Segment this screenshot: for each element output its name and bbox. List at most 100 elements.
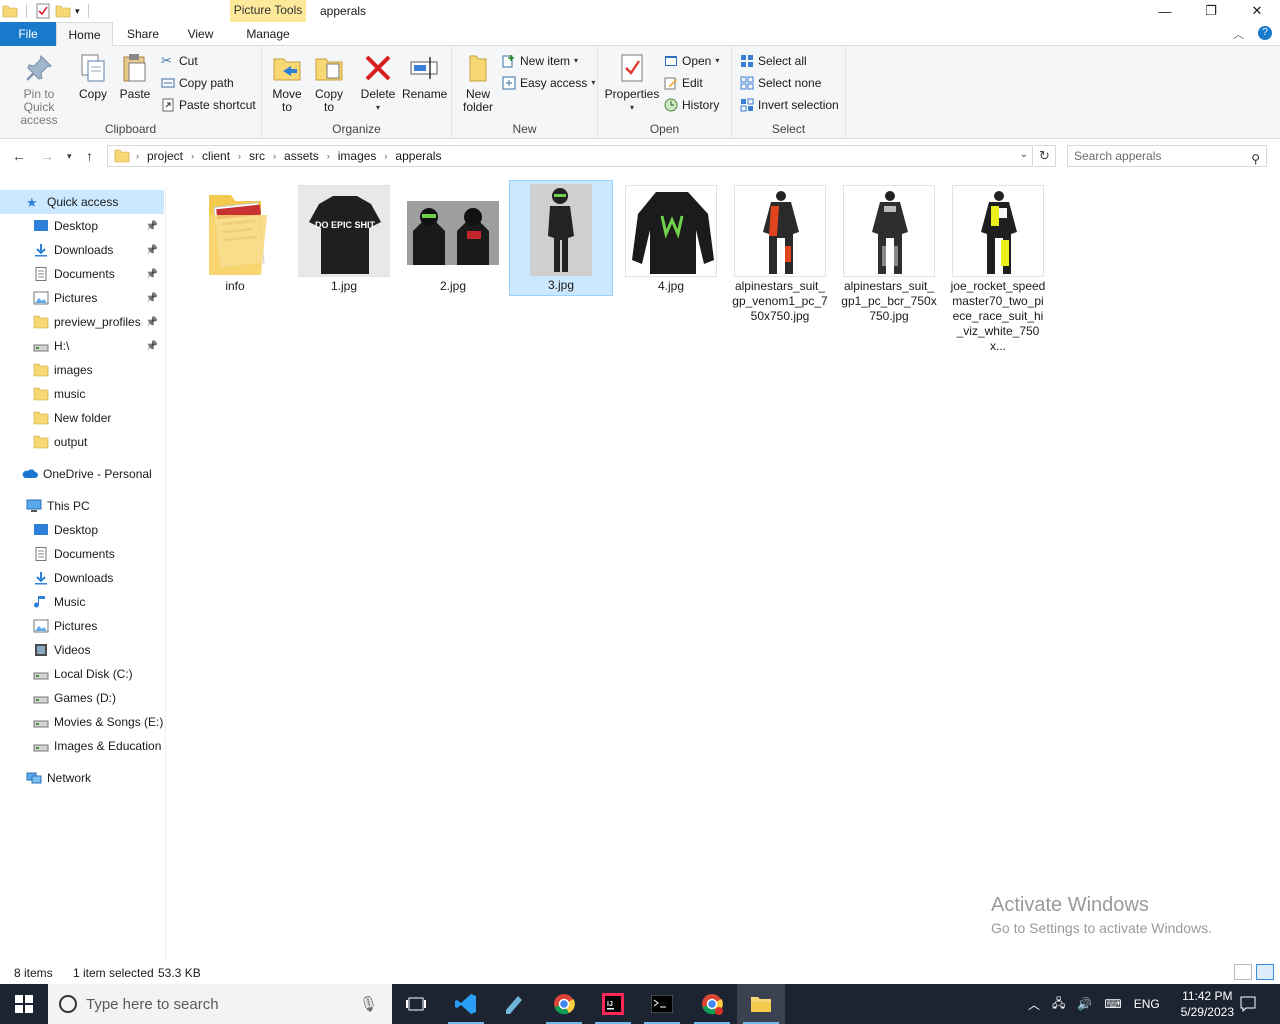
nav-quick-downloads[interactable]: Downloads 📌 <box>0 238 164 262</box>
close-button[interactable]: ✕ <box>1234 0 1280 22</box>
help-icon[interactable]: ? <box>1258 26 1272 40</box>
qat-dropdown-icon[interactable]: ▾ <box>75 6 80 17</box>
nav-pc-downloads[interactable]: Downloads <box>0 566 164 590</box>
nav-quick-output[interactable]: output <box>0 430 164 454</box>
history-button[interactable]: History <box>664 95 719 115</box>
nav-quick-music[interactable]: music <box>0 382 164 406</box>
nav-network[interactable]: Network <box>0 766 164 790</box>
delete-button[interactable]: Delete ▾ <box>358 52 398 114</box>
open-button[interactable]: Open ▾ <box>664 51 719 71</box>
file-explorer-taskbar-button[interactable] <box>737 984 785 1024</box>
notes-taskbar-button[interactable] <box>490 984 538 1024</box>
breadcrumb-src[interactable]: src <box>243 149 271 163</box>
up-arrow-icon[interactable]: ↑ <box>86 148 93 164</box>
chrome-profile-taskbar-button[interactable] <box>688 984 736 1024</box>
nav-quick-h[interactable]: H:\ 📌 <box>0 334 164 358</box>
nav-quick-images[interactable]: images <box>0 358 164 382</box>
details-view-icon[interactable] <box>1234 964 1252 980</box>
nav-pc-videos[interactable]: Videos <box>0 638 164 662</box>
file-tile-4-jpg[interactable]: 4.jpg <box>619 182 723 294</box>
nav-onedrive[interactable]: OneDrive - Personal <box>0 462 164 486</box>
cut-button[interactable]: ✂ Cut <box>161 51 198 71</box>
tab-home[interactable]: Home <box>56 22 113 47</box>
breadcrumb-project[interactable]: project <box>141 149 189 163</box>
breadcrumb-apperals[interactable]: apperals <box>389 149 447 163</box>
tab-view[interactable]: View <box>173 22 228 46</box>
restore-button[interactable]: ❐ <box>1188 0 1234 22</box>
nav-pc-movies-songs-e[interactable]: Movies & Songs (E:) <box>0 710 164 734</box>
copy-button[interactable]: Copy <box>76 52 110 101</box>
minimize-button[interactable]: — <box>1142 0 1188 22</box>
action-center-button[interactable] <box>1224 984 1272 1024</box>
tray-overflow-icon[interactable]: ︿ <box>1028 996 1040 1013</box>
nav-pc-images-education[interactable]: Images & Education <box>0 734 164 758</box>
file-tile-3-jpg[interactable]: 3.jpg <box>509 180 613 296</box>
language-indicator[interactable]: ENG <box>1134 997 1160 1011</box>
nav-quick-desktop[interactable]: Desktop 📌 <box>0 214 164 238</box>
breadcrumb-separator[interactable]: › <box>325 151 332 161</box>
copy-to-button[interactable]: Copy to <box>310 52 348 114</box>
invert-selection-button[interactable]: Invert selection <box>740 95 839 115</box>
recent-locations-icon[interactable]: ▾ <box>67 151 72 162</box>
terminal-taskbar-button[interactable] <box>638 984 686 1024</box>
tab-manage[interactable]: Manage <box>230 22 306 46</box>
nav-pc-music[interactable]: Music <box>0 590 164 614</box>
new-item-button[interactable]: New item ▾ <box>502 51 578 71</box>
file-tile-alpinestars-gp1[interactable]: alpinestars_suit_gp1_pc_bcr_750x750.jpg <box>837 182 941 324</box>
nav-quick-access[interactable]: ★ Quick access <box>0 190 164 214</box>
nav-pc-games-d[interactable]: Games (D:) <box>0 686 164 710</box>
paste-shortcut-button[interactable]: Paste shortcut <box>161 95 256 115</box>
file-tile-2-jpg[interactable]: 2.jpg <box>401 182 505 294</box>
file-tile-1-jpg[interactable]: DO EPIC SHIT 1.jpg <box>292 182 396 294</box>
new-folder-button[interactable]: New folder <box>458 52 498 114</box>
properties-qat-icon[interactable] <box>35 3 51 19</box>
breadcrumb-separator[interactable]: › <box>189 151 196 161</box>
easy-access-button[interactable]: Easy access ▾ <box>502 73 595 93</box>
paste-button[interactable]: Paste <box>118 52 152 101</box>
breadcrumb-assets[interactable]: assets <box>278 149 325 163</box>
large-icons-view-icon[interactable] <box>1256 964 1274 980</box>
back-arrow-icon[interactable]: ← <box>12 148 26 164</box>
breadcrumb-separator[interactable]: › <box>382 151 389 161</box>
refresh-icon[interactable]: ↻ <box>1034 145 1056 167</box>
collapse-ribbon-icon[interactable]: ︿ <box>1233 26 1244 42</box>
intellij-taskbar-button[interactable]: IJ <box>589 984 637 1024</box>
nav-quick-pictures[interactable]: Pictures 📌 <box>0 286 164 310</box>
copy-path-button[interactable]: Copy path <box>161 73 234 93</box>
microphone-icon[interactable]: 🎙 <box>359 995 378 1013</box>
nav-quick-new-folder[interactable]: New folder <box>0 406 164 430</box>
breadcrumb-images[interactable]: images <box>332 149 383 163</box>
properties-button[interactable]: Properties ▾ <box>604 52 660 114</box>
nav-pc-desktop[interactable]: Desktop <box>0 518 164 542</box>
nav-pc-documents[interactable]: Documents <box>0 542 164 566</box>
file-tile-joe-rocket[interactable]: joe_rocket_speedmaster70_two_piece_race_… <box>946 182 1050 354</box>
breadcrumb-separator[interactable]: › <box>134 151 141 161</box>
address-bar[interactable]: › project › client › src › assets › imag… <box>107 145 1033 167</box>
file-tile-alpinestars-venom[interactable]: alpinestars_suit_gp_venom1_pc_750x750.jp… <box>728 182 832 324</box>
select-all-button[interactable]: Select all <box>740 51 807 71</box>
network-tray-icon[interactable]: 🖧 <box>1052 994 1065 1015</box>
search-input[interactable]: Search apperals ⚲ <box>1067 145 1267 167</box>
nav-pc-pictures[interactable]: Pictures <box>0 614 164 638</box>
select-none-button[interactable]: Select none <box>740 73 821 93</box>
forward-arrow-icon[interactable]: → <box>40 148 54 164</box>
tab-file[interactable]: File <box>0 22 56 46</box>
chrome-taskbar-button[interactable] <box>540 984 588 1024</box>
task-view-button[interactable] <box>392 984 440 1024</box>
pin-quick-access-button[interactable]: Pin to Quick access <box>4 52 74 127</box>
taskbar-search-input[interactable]: Type here to search 🎙 <box>48 984 392 1024</box>
edit-button[interactable]: Edit <box>664 73 703 93</box>
nav-quick-preview-profiles[interactable]: preview_profiles 📌 <box>0 310 164 334</box>
rename-button[interactable]: Rename <box>402 52 447 101</box>
breadcrumb-client[interactable]: client <box>196 149 236 163</box>
tab-share[interactable]: Share <box>113 22 173 46</box>
move-to-button[interactable]: Move to <box>268 52 306 114</box>
file-tile-info[interactable]: info <box>183 182 287 294</box>
address-dropdown-icon[interactable]: ⌄ <box>1020 149 1028 160</box>
nav-quick-documents[interactable]: Documents 📌 <box>0 262 164 286</box>
breadcrumb-separator[interactable]: › <box>236 151 243 161</box>
start-button[interactable] <box>0 984 48 1024</box>
nav-pc-local-disk-c[interactable]: Local Disk (C:) <box>0 662 164 686</box>
volume-icon[interactable]: 🔊 <box>1077 997 1092 1011</box>
new-folder-qat-icon[interactable] <box>55 3 71 19</box>
